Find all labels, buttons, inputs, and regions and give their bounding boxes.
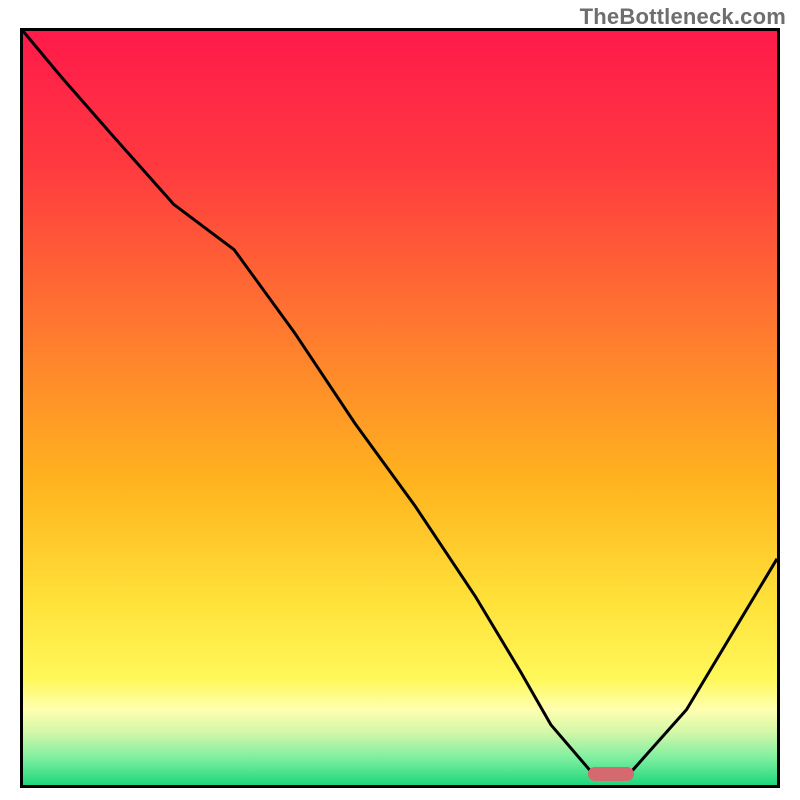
bottleneck-curve [23,31,777,785]
plot-inner [23,31,777,785]
optimal-marker [588,767,634,781]
chart-stage: TheBottleneck.com [0,0,800,800]
plot-frame [20,28,780,788]
watermark-text: TheBottleneck.com [580,4,786,30]
